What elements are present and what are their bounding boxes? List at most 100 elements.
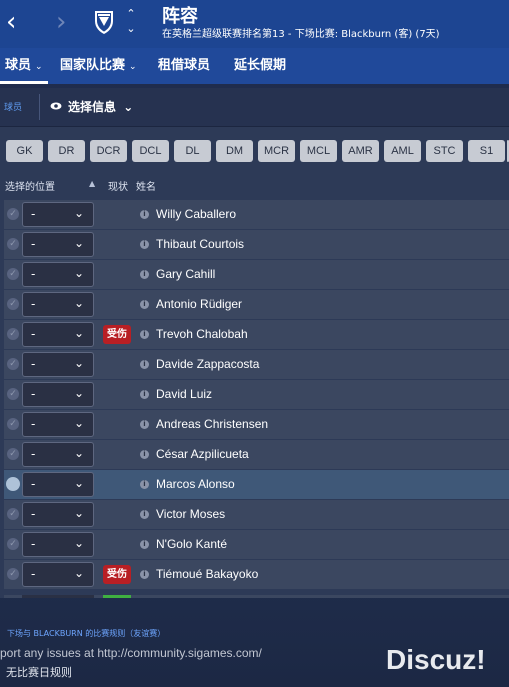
info-icon[interactable]: i (140, 450, 149, 459)
position-filter-aml[interactable]: AML (384, 140, 421, 162)
info-icon[interactable]: i (140, 480, 149, 489)
table-row[interactable]: ✓ - ⌄ 受伤 i Tiémoué Bakayoko (4, 560, 509, 589)
checkmark-icon[interactable]: ✓ (7, 298, 19, 310)
injury-badge: 受伤 (103, 565, 131, 584)
position-filter-dr[interactable]: DR (48, 140, 85, 162)
position-dropdown[interactable]: - ⌄ (22, 202, 94, 227)
info-icon[interactable]: i (140, 570, 149, 579)
table-row[interactable]: ✓ - ⌄ i N'Golo Kanté (4, 530, 509, 559)
table-row[interactable]: ✓ - ⌄ i Thibaut Courtois (4, 230, 509, 259)
position-filter-gk[interactable]: GK (6, 140, 43, 162)
position-filter-s1[interactable]: S1 (468, 140, 505, 162)
checkmark-icon[interactable]: ✓ (7, 208, 19, 220)
select-info-dropdown[interactable]: 选择信息 ⌄ (68, 98, 133, 115)
subtab-players[interactable]: 球员 (4, 100, 22, 113)
menu-holiday-label: 延长假期 (234, 58, 287, 73)
column-header-position[interactable]: 选择的位置 (5, 178, 55, 193)
position-dropdown[interactable]: - ⌄ (22, 562, 94, 587)
player-name[interactable]: Willy Caballero (156, 207, 236, 221)
checkmark-icon[interactable]: ✓ (7, 538, 19, 550)
checkmark-icon[interactable]: ✓ (7, 388, 19, 400)
info-icon[interactable]: i (140, 210, 149, 219)
position-filter-dl[interactable]: DL (174, 140, 211, 162)
position-dropdown[interactable]: - ⌄ (22, 532, 94, 557)
up-down-arrows-icon[interactable]: ⌃ ⌄ (124, 6, 138, 40)
sort-ascending-icon[interactable]: ▲ (89, 179, 95, 188)
player-name[interactable]: N'Golo Kanté (156, 537, 227, 551)
squad-panel: 球员 选择信息 ⌄ GK DR DCR DCL DL DM MCR MCL AMR AML STC S… (0, 88, 509, 598)
table-row[interactable]: ✓ - ⌄ i Willy Caballero (4, 200, 509, 229)
checkmark-icon[interactable]: ✓ (7, 568, 19, 580)
position-dropdown-value: - (31, 567, 36, 581)
info-icon[interactable]: i (140, 240, 149, 249)
position-filter-amr[interactable]: AMR (342, 140, 379, 162)
eye-icon (50, 102, 62, 110)
player-name[interactable]: César Azpilicueta (156, 447, 249, 461)
position-dropdown[interactable]: - ⌄ (22, 382, 94, 407)
position-dropdown-value: - (31, 477, 36, 491)
position-dropdown[interactable]: - ⌄ (22, 352, 94, 377)
menu-international-label: 国家队比赛 (60, 58, 126, 73)
info-icon[interactable]: i (140, 390, 149, 399)
checkmark-icon[interactable]: ✓ (7, 328, 19, 340)
checkmark-icon[interactable]: ✓ (7, 448, 19, 460)
checkmark-icon[interactable]: ✓ (7, 268, 19, 280)
player-name[interactable]: Andreas Christensen (156, 417, 268, 431)
chevron-right-icon[interactable]: › (56, 8, 78, 36)
table-row[interactable]: ✓ - ⌄ i Victor Moses (4, 500, 509, 529)
info-icon[interactable]: i (140, 540, 149, 549)
position-filter-dm[interactable]: DM (216, 140, 253, 162)
chevron-left-icon[interactable]: ‹ (6, 8, 28, 36)
position-dropdown[interactable]: - ⌄ (22, 472, 94, 497)
match-rules-link[interactable]: 下场与 BLACKBURN 的比赛规则（友谊赛） (7, 628, 165, 639)
position-filter-mcl[interactable]: MCL (300, 140, 337, 162)
position-dropdown-value: - (31, 417, 36, 431)
position-dropdown[interactable]: - ⌄ (22, 292, 94, 317)
position-dropdown[interactable]: - ⌄ (22, 232, 94, 257)
player-name[interactable]: Antonio Rüdiger (156, 297, 242, 311)
checkmark-icon[interactable]: ✓ (6, 477, 20, 491)
info-icon[interactable]: i (140, 270, 149, 279)
player-name[interactable]: Gary Cahill (156, 267, 215, 281)
player-name[interactable]: Davide Zappacosta (156, 357, 259, 371)
position-dropdown[interactable] (22, 595, 94, 598)
column-header-name[interactable]: 姓名 (136, 178, 156, 193)
player-name[interactable]: Trevoh Chalobah (156, 327, 248, 341)
position-filter-stc[interactable]: STC (426, 140, 463, 162)
info-icon[interactable]: i (140, 510, 149, 519)
position-dropdown[interactable]: - ⌄ (22, 502, 94, 527)
table-row[interactable]: ✓ - ⌄ 受伤 i Trevoh Chalobah (4, 320, 509, 349)
table-row[interactable]: ✓ - ⌄ i Davide Zappacosta (4, 350, 509, 379)
position-filter-dcl[interactable]: DCL (132, 140, 169, 162)
player-name[interactable]: David Luiz (156, 387, 212, 401)
player-name[interactable]: Marcos Alonso (156, 477, 235, 491)
column-header-status[interactable]: 现状 (108, 178, 128, 193)
info-icon[interactable]: i (140, 330, 149, 339)
player-name[interactable]: Victor Moses (156, 507, 225, 521)
table-row[interactable]: ✓ - ⌄ i Antonio Rüdiger (4, 290, 509, 319)
position-dropdown[interactable]: - ⌄ (22, 412, 94, 437)
player-name[interactable]: Thibaut Courtois (156, 237, 244, 251)
info-icon[interactable]: i (140, 420, 149, 429)
checkmark-icon[interactable]: ✓ (7, 418, 19, 430)
menu-loan-players[interactable]: 租借球员 (158, 48, 210, 84)
position-filter-dcr[interactable]: DCR (90, 140, 127, 162)
info-icon[interactable]: i (140, 300, 149, 309)
position-dropdown[interactable]: - ⌄ (22, 262, 94, 287)
position-dropdown[interactable]: - ⌄ (22, 442, 94, 467)
menu-international[interactable]: 国家队比赛 ⌄ (60, 48, 137, 84)
info-icon[interactable]: i (140, 360, 149, 369)
checkmark-icon[interactable]: ✓ (7, 358, 19, 370)
menu-extend-holiday[interactable]: 延长假期 (234, 48, 286, 84)
checkmark-icon[interactable]: ✓ (7, 508, 19, 520)
player-name[interactable]: Tiémoué Bakayoko (156, 567, 258, 581)
table-row[interactable]: ✓-⌄ i Marcos Alonso (4, 470, 509, 499)
menu-players[interactable]: 球员 ⌄ (5, 48, 43, 84)
table-row[interactable]: ✓ - ⌄ i Gary Cahill (4, 260, 509, 289)
position-filter-mcr[interactable]: MCR (258, 140, 295, 162)
position-dropdown[interactable]: - ⌄ (22, 322, 94, 347)
table-row[interactable]: ✓ - ⌄ i Andreas Christensen (4, 410, 509, 439)
table-row[interactable]: ✓ - ⌄ i César Azpilicueta (4, 440, 509, 469)
table-row[interactable]: ✓ - ⌄ i David Luiz (4, 380, 509, 409)
checkmark-icon[interactable]: ✓ (7, 238, 19, 250)
